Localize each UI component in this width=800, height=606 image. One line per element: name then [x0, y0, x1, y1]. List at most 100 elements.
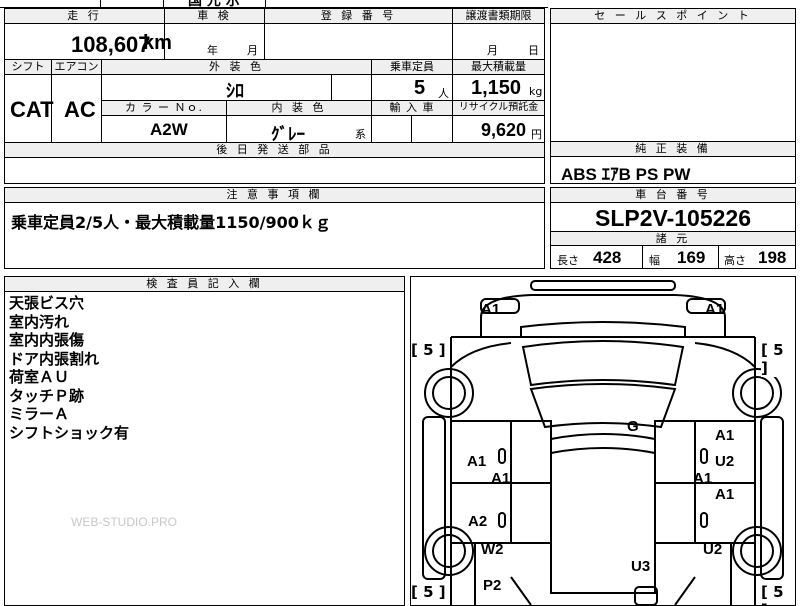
- ac-header: エアコン: [52, 60, 102, 75]
- front-left-label: A1: [481, 301, 501, 318]
- ac-cell: AC: [52, 75, 102, 143]
- recycle-cell: 9,620 円: [453, 116, 544, 143]
- right-mid2-label: A1: [693, 470, 713, 487]
- car-outline: [422, 280, 784, 605]
- interior-color-value: ｸﾞﾚｰ: [271, 125, 305, 144]
- inspection-year: 年: [207, 44, 218, 57]
- recycle-header: リサイクル預託金: [453, 101, 544, 116]
- transfer-month: 月: [487, 44, 498, 57]
- left-mid-label: A1: [491, 470, 511, 487]
- exterior-color-header: 外 装 色: [102, 60, 372, 75]
- shift-cell: CAT: [5, 75, 54, 143]
- exterior-color-extra: [332, 75, 372, 101]
- left-lower-label: A2: [468, 513, 488, 530]
- import-header: 輸 入 車: [372, 101, 453, 116]
- left-upper-label: A1: [467, 453, 487, 470]
- max-load-unit: kg: [529, 85, 543, 98]
- sheet-table: 走 行 車 検 登 録 番 号 譲渡書類期限 108,607 km 年 月 月 …: [4, 8, 545, 184]
- right-mid-label: U2: [715, 453, 735, 470]
- notes-header: 注 意 事 項 欄: [5, 188, 544, 203]
- max-load-value: 1,150: [471, 77, 522, 99]
- dimensions-header: 諸 元: [551, 231, 795, 246]
- transfer-header: 譲渡書類期限: [453, 9, 544, 24]
- mileage-header: 走 行: [5, 9, 165, 24]
- inspector-line: 室内汚れ: [9, 312, 70, 331]
- dimensions-row: 長さ 428 幅 169 高さ 198: [551, 246, 795, 268]
- right-rear-wheel-label: U2: [703, 541, 723, 558]
- tyre-front-left: [ 5 ]: [411, 341, 446, 359]
- inspector-line: タッチＰ跡: [9, 386, 85, 405]
- car-diagram: A1 A1 G A1 U2 A1 A1 A1 A1 A2 W2 U2 U3 P2…: [410, 276, 796, 606]
- rear-center-label: U3: [631, 558, 651, 575]
- exterior-color-value: ｼﾛ: [226, 81, 244, 101]
- rear-left-label: P2: [483, 577, 502, 594]
- chassis-header: 車 台 番 号: [551, 188, 795, 203]
- inspector-line: 室内内張傷: [9, 331, 85, 349]
- later-parts-cell: [5, 158, 544, 183]
- capacity-cell: 5 人: [372, 75, 453, 101]
- front-right-label: A1: [705, 301, 725, 318]
- length-label: 長さ: [557, 254, 579, 267]
- inspector-line: ミラーＡ: [9, 405, 70, 423]
- registration-cell: [265, 24, 453, 60]
- inspector-line: ドア内張割れ: [9, 349, 100, 368]
- color-no-cell: A2W: [102, 116, 227, 143]
- capacity-unit: 人: [438, 87, 449, 100]
- transfer-cell: 月 日: [453, 24, 544, 60]
- chassis-box: 車 台 番 号 SLP2V-105226 諸 元 長さ 428 幅 169 高さ…: [550, 187, 796, 269]
- inspection-cell: 年 月: [165, 24, 265, 60]
- capacity-value: 5: [414, 77, 426, 99]
- right-upper-label: A1: [715, 427, 735, 444]
- tyre-rear-right: [ 5 ]: [761, 583, 795, 605]
- registration-header: 登 録 番 号: [265, 9, 453, 24]
- exterior-color-cell: ｼﾛ: [102, 75, 332, 101]
- length-value: 428: [593, 248, 622, 267]
- interior-color-cell: ｸﾞﾚｰ 系: [227, 116, 372, 144]
- height-value: 198: [758, 248, 787, 267]
- later-parts-header: 後 日 発 送 部 品: [5, 143, 544, 158]
- color-no-header: カ ラ ー Ｎｏ.: [102, 101, 227, 116]
- max-load-cell: 1,150 kg: [453, 75, 544, 101]
- genuine-equipment-box: 純 正 装 備 ABS ｴｱB PS PW: [550, 141, 796, 184]
- width-label: 幅: [649, 254, 660, 267]
- top-strip: 国 元 示: [0, 0, 548, 9]
- import-cell-b: [412, 116, 453, 143]
- shift-header: シフト: [5, 60, 52, 75]
- genuine-equipment-header: 純 正 装 備: [551, 142, 795, 157]
- left-rear-wheel-label: W2: [481, 541, 504, 558]
- height-label: 高さ: [724, 254, 746, 267]
- shift-value: CAT: [10, 97, 54, 122]
- watermark: WEB-STUDIO.PRO: [71, 515, 178, 529]
- mileage-cell: 108,607 km: [5, 24, 172, 60]
- notes-box: 注 意 事 項 欄 乗車定員2/5人・最大積載量1150/900ｋｇ: [4, 187, 545, 269]
- capacity-header: 乗車定員: [372, 60, 453, 75]
- tyre-front-right: [ 5 ]: [761, 341, 795, 377]
- recycle-unit: 円: [531, 128, 542, 141]
- chassis-value: SLP2V-105226: [594, 205, 751, 231]
- import-cell-a: [372, 116, 412, 143]
- sales-point-box: セ ー ル ス ポ イ ン ト: [550, 8, 796, 142]
- tyre-rear-left: [ 5 ]: [411, 583, 446, 601]
- width-value: 169: [677, 248, 706, 267]
- notes-value: 乗車定員2/5人・最大積載量1150/900ｋｇ: [11, 213, 331, 232]
- inspector-line: 天張ビス穴: [9, 294, 85, 312]
- inspector-line: 荷室ＡＵ: [9, 368, 70, 386]
- interior-color-header: 内 装 色: [227, 101, 372, 116]
- ac-value: AC: [64, 97, 96, 122]
- transfer-day: 日: [528, 44, 539, 57]
- roof-label: G: [627, 418, 639, 435]
- inspector-box: 検 査 員 記 入 欄 天張ビス穴 室内汚れ 室内内張傷 ドア内張割れ 荷室ＡＵ…: [4, 276, 405, 606]
- genuine-equipment-value: ABS ｴｱB PS PW: [561, 165, 691, 184]
- max-load-header: 最大積載量: [453, 60, 544, 75]
- inspector-line: シフトショック有: [9, 423, 130, 442]
- sales-point-header: セ ー ル ス ポ イ ン ト: [551, 9, 795, 24]
- inspector-header: 検 査 員 記 入 欄: [5, 277, 404, 292]
- inspector-lines: 天張ビス穴 室内汚れ 室内内張傷 ドア内張割れ 荷室ＡＵ タッチＰ跡 ミラーＡ …: [9, 294, 129, 442]
- interior-color-suffix: 系: [355, 128, 366, 141]
- color-no-value: A2W: [150, 120, 188, 139]
- right-lower-label: A1: [715, 486, 735, 503]
- inspection-header: 車 検: [165, 9, 265, 24]
- inspection-month: 月: [247, 44, 258, 57]
- mileage-value: 108,607: [71, 32, 151, 57]
- recycle-value: 9,620: [481, 120, 527, 140]
